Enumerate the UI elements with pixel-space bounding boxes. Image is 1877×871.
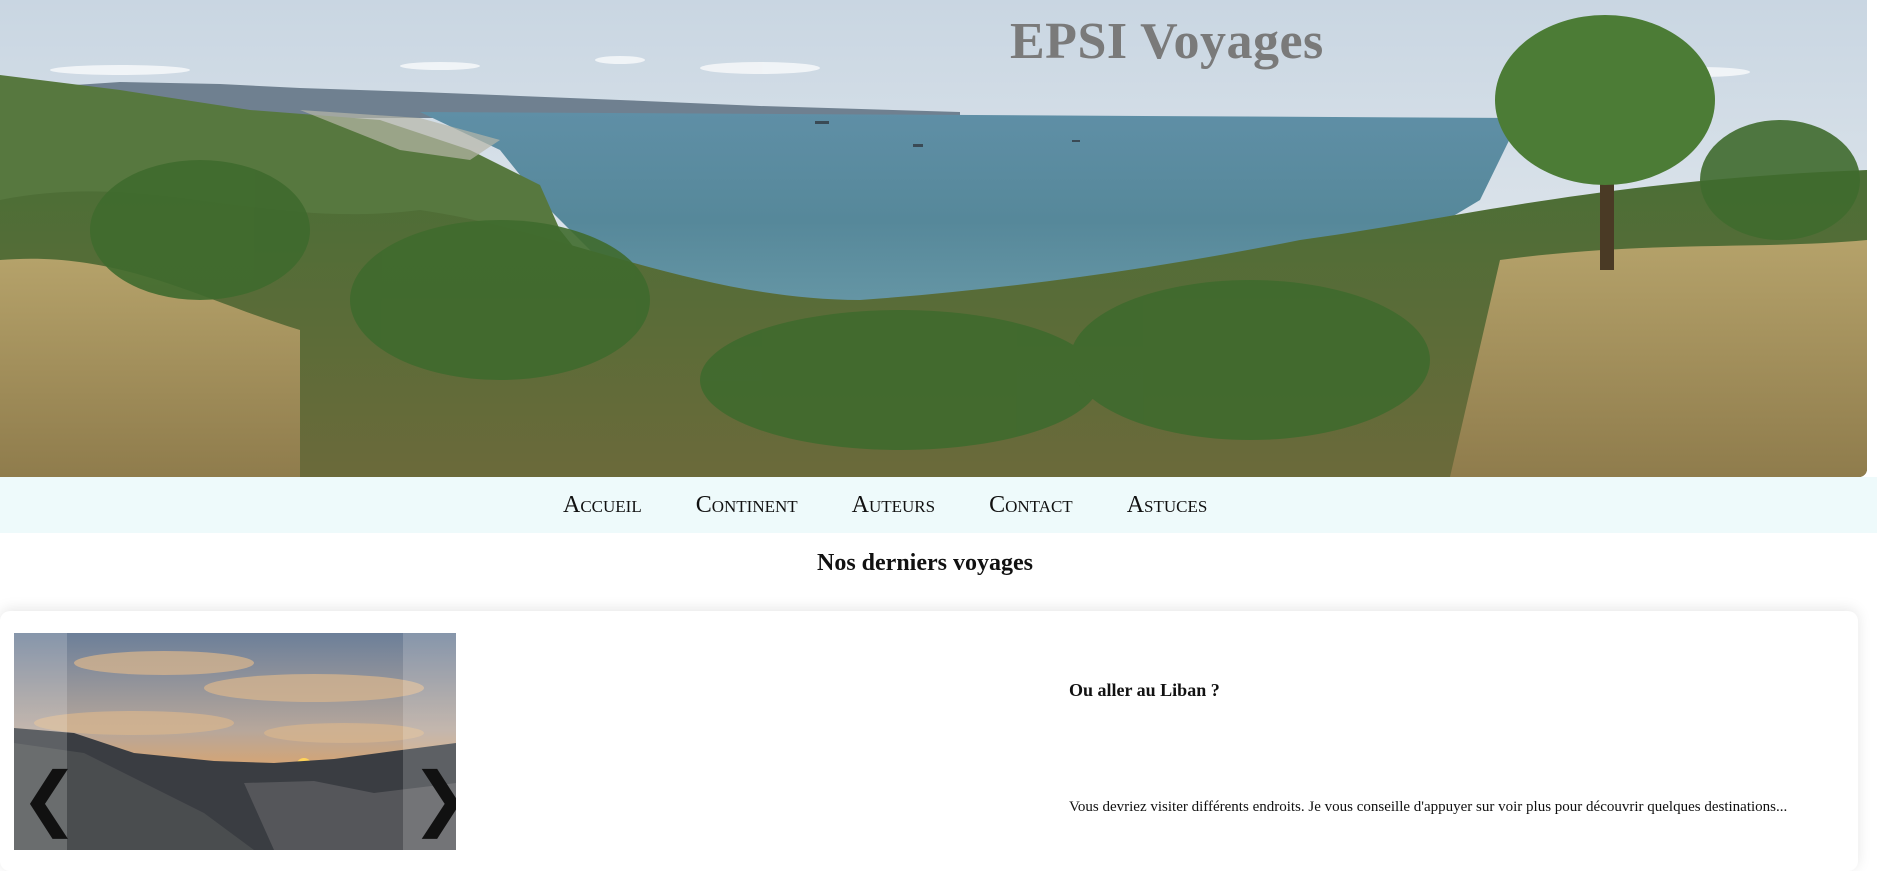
article-title: Ou aller au Liban ?	[1069, 680, 1220, 700]
photo-carousel[interactable]: ❮ ❯	[14, 633, 456, 850]
header-banner: EPSI Voyages	[0, 0, 1867, 477]
article-excerpt: Vous devriez visiter différents endroits…	[1069, 799, 1788, 815]
nav-item-contact[interactable]: Contact	[989, 492, 1073, 519]
carousel-prev-button[interactable]: ❮	[14, 633, 79, 850]
nav-list: Accueil Continent Auteurs Contact Astuce…	[563, 477, 1207, 533]
main-navigation: Accueil Continent Auteurs Contact Astuce…	[0, 477, 1877, 533]
site-title: EPSI Voyages	[1010, 13, 1324, 70]
carousel-sunset-image	[14, 633, 456, 850]
chevron-left-icon: ❮	[20, 757, 79, 839]
nav-item-auteurs[interactable]: Auteurs	[852, 492, 935, 519]
nav-item-continent[interactable]: Continent	[696, 492, 798, 519]
nav-item-accueil[interactable]: Accueil	[563, 492, 642, 519]
banner-landscape-image	[0, 0, 1867, 477]
carousel-next-button[interactable]: ❯	[403, 633, 456, 850]
section-title: Nos derniers voyages	[817, 550, 1033, 576]
chevron-right-icon: ❯	[411, 763, 456, 833]
nav-item-astuces[interactable]: Astuces	[1127, 492, 1208, 519]
